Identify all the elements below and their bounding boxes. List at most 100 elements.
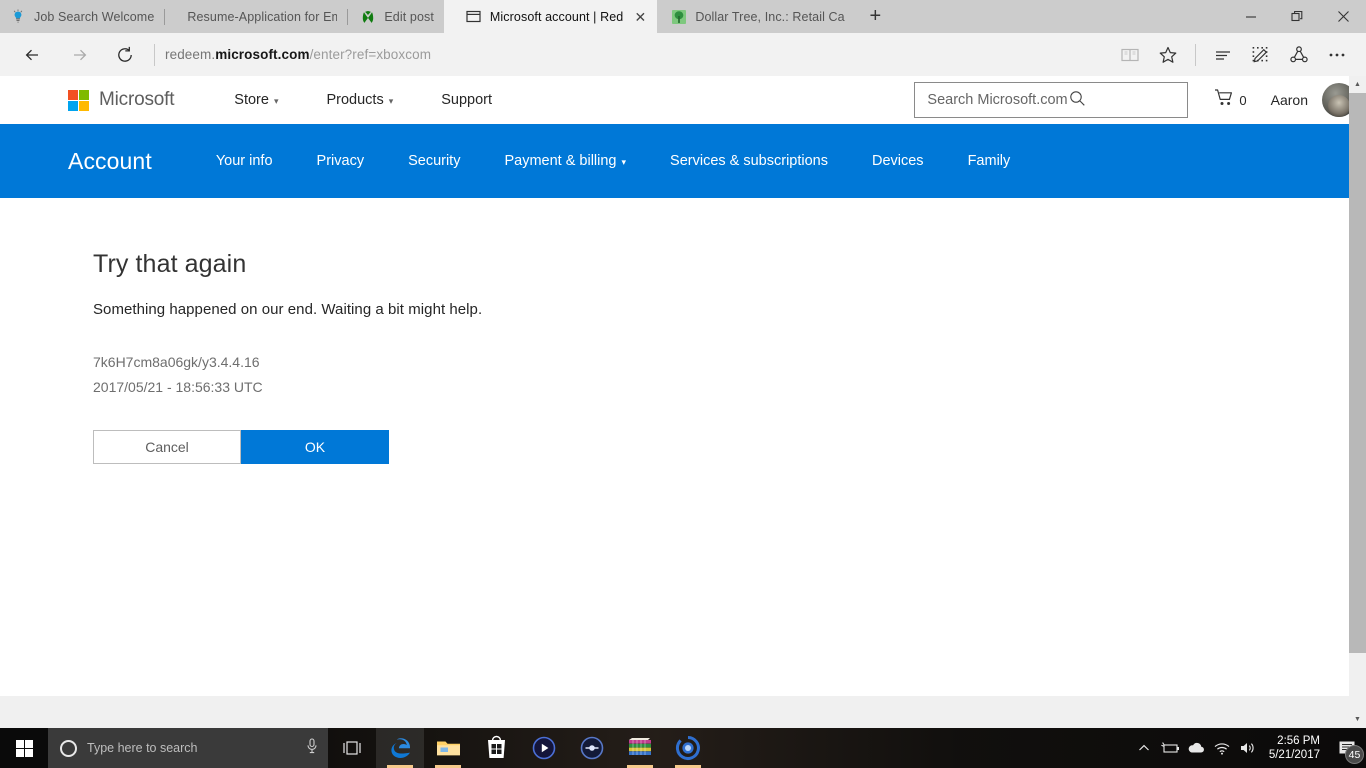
scroll-up-icon[interactable]: ▲ [1349, 76, 1366, 93]
nav-item-services-subscriptions[interactable]: Services & subscriptions [648, 153, 850, 169]
nav-label: Store [234, 92, 269, 108]
address-bar[interactable]: redeem.microsoft.com/enter?ref=xboxcom [165, 35, 1111, 75]
forward-arrow-icon[interactable] [56, 35, 102, 75]
back-arrow-icon[interactable] [10, 35, 56, 75]
reading-view-icon[interactable] [1111, 35, 1149, 75]
battery-icon[interactable] [1157, 728, 1183, 768]
brand-name: Microsoft [99, 89, 175, 110]
nav-item-your-info[interactable]: Your info [194, 153, 295, 169]
taskbar-search-input[interactable]: Type here to search [48, 728, 328, 768]
page-title: Account [68, 147, 152, 174]
more-icon[interactable] [1318, 35, 1356, 75]
volume-icon[interactable] [1235, 728, 1261, 768]
hub-icon[interactable] [1204, 35, 1242, 75]
url-path: /enter?ref=xboxcom [309, 47, 432, 62]
microsoft-logo[interactable]: Microsoft [68, 89, 174, 111]
winrar-icon[interactable] [616, 728, 664, 768]
nav-label: Products [326, 92, 384, 108]
cancel-button[interactable]: Cancel [93, 430, 241, 464]
edge-icon[interactable] [376, 728, 424, 768]
button-row: Cancel OK [93, 430, 1366, 464]
browser-toolbar-icons [1111, 35, 1356, 75]
browser-tab[interactable]: Dollar Tree, Inc.: Retail Caree [657, 0, 855, 33]
clock-time: 2:56 PM [1277, 735, 1320, 747]
scrollbar-thumb[interactable] [1349, 93, 1366, 653]
search-placeholder: Type here to search [87, 741, 198, 755]
audio-app-icon[interactable] [568, 728, 616, 768]
notification-badge: 45 [1345, 745, 1364, 764]
error-heading: Try that again [93, 250, 247, 278]
nav-label: Services & subscriptions [670, 153, 828, 169]
web-note-icon[interactable] [1242, 35, 1280, 75]
nav-label: Family [967, 153, 1011, 169]
file-explorer-icon[interactable] [424, 728, 472, 768]
lightbulb-icon [10, 8, 26, 25]
nav-label: Security [408, 153, 461, 169]
minimize-icon[interactable] [1228, 0, 1274, 33]
windows-start-icon[interactable] [0, 728, 48, 768]
nav-item-payment-billing[interactable]: Payment & billing ▾ [482, 153, 648, 169]
divider [1195, 43, 1196, 66]
close-icon[interactable]: ✕ [633, 10, 647, 24]
nav-item-devices[interactable]: Devices [850, 153, 946, 169]
nav-item-privacy[interactable]: Privacy [295, 153, 387, 169]
restore-icon[interactable] [1274, 0, 1320, 33]
search-icon[interactable] [1068, 89, 1180, 112]
nav-item-products[interactable]: Products ▾ [302, 92, 417, 108]
error-details: 7k6H7cm8a06gk/y3.4.4.16 2017/05/21 - 18:… [93, 350, 1366, 400]
close-icon[interactable] [1320, 0, 1366, 33]
chevron-down-icon: ▾ [621, 156, 627, 167]
nav-item-store[interactable]: Store ▾ [210, 92, 302, 108]
nav-label: Your info [215, 153, 273, 169]
error-timestamp: 2017/05/21 - 18:56:33 UTC [93, 379, 263, 395]
user-name[interactable]: Aaron [1271, 92, 1308, 108]
correlation-id: 7k6H7cm8a06gk/y3.4.4.16 [93, 354, 260, 370]
share-icon[interactable] [1280, 35, 1318, 75]
tree-icon [671, 9, 687, 25]
tab-title: Resume-Application for Em [187, 9, 338, 24]
start-grid-icon [15, 739, 33, 757]
scroll-down-icon[interactable]: ▼ [1349, 711, 1366, 728]
search-input[interactable]: Search Microsoft.com [914, 82, 1189, 118]
browser-window: Job Search Welcome Resume-Application fo… [0, 0, 1366, 728]
nav-item-security[interactable]: Security [386, 153, 482, 169]
blue-app-icon[interactable] [664, 728, 712, 768]
refresh-icon[interactable] [102, 35, 148, 75]
error-message: Something happened on our end. Waiting a… [93, 301, 483, 318]
error-content: Try that again Something happened on our… [0, 198, 1366, 464]
nav-item-support[interactable]: Support [417, 92, 516, 108]
ok-button[interactable]: OK [241, 430, 389, 464]
nav-label: Devices [871, 153, 924, 169]
microsoft-global-header: Microsoft Store ▾ Products ▾ Support Searc… [0, 76, 1366, 124]
tab-title: Edit post [384, 9, 434, 24]
page-scrollbar[interactable]: ▲ ▼ [1349, 76, 1366, 728]
action-center-icon[interactable]: 45 [1332, 728, 1366, 768]
web-page: Microsoft Store ▾ Products ▾ Support Searc… [0, 76, 1366, 728]
microsoft-store-icon[interactable] [472, 728, 520, 768]
task-view-icon[interactable] [328, 728, 376, 768]
browser-tab[interactable]: Edit post [348, 0, 444, 33]
chevron-down-icon: ▾ [388, 95, 394, 106]
clock-date: 5/21/2017 [1268, 749, 1320, 761]
media-player-icon[interactable] [520, 728, 568, 768]
onedrive-icon[interactable] [1183, 728, 1209, 768]
microphone-icon[interactable] [304, 737, 320, 760]
wifi-icon[interactable] [1209, 728, 1235, 768]
xbox-icon [360, 9, 376, 25]
browser-tab-active[interactable]: Microsoft account | Red ✕ [443, 0, 658, 33]
taskbar-apps [376, 728, 712, 768]
url-domain: microsoft.com [215, 47, 310, 62]
show-hidden-icons-icon[interactable] [1131, 728, 1157, 768]
chevron-down-icon: ▾ [273, 95, 279, 106]
clock[interactable]: 2:56 PM 5/21/2017 [1261, 728, 1332, 768]
nav-label: Payment & billing [504, 153, 617, 169]
favorites-star-icon[interactable] [1149, 35, 1187, 75]
account-nav-bar: Account Your info Privacy Security Payme… [0, 124, 1366, 198]
shopping-cart-button[interactable]: 0 [1214, 88, 1247, 113]
browser-tab[interactable]: Job Search Welcome [0, 0, 164, 33]
nav-item-family[interactable]: Family [946, 153, 1033, 169]
new-tab-button[interactable]: + [855, 0, 895, 33]
scrollbar-track[interactable] [1349, 93, 1366, 711]
cortana-circle-icon [60, 739, 77, 757]
browser-tab[interactable]: Resume-Application for Em [165, 0, 347, 33]
